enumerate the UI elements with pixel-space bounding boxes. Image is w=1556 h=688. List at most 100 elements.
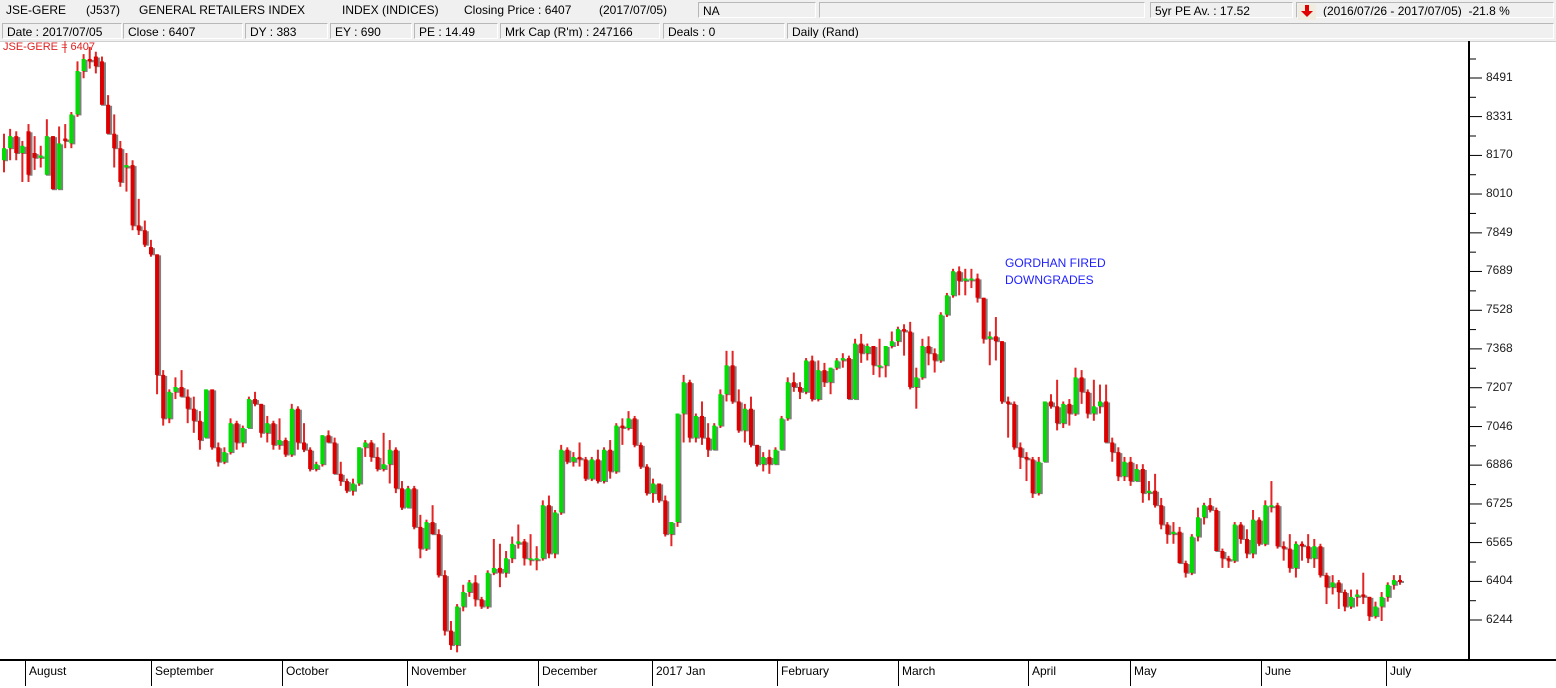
y-tick-label: 7528: [1486, 302, 1513, 317]
candle-down: [369, 440, 376, 462]
y-tick-label: 7207: [1486, 379, 1513, 394]
candle-up: [124, 153, 131, 192]
candle-down: [332, 437, 339, 475]
month-separator: [1261, 661, 1262, 686]
candle-down: [583, 456, 590, 482]
candle-up: [528, 534, 535, 566]
candle-up: [1122, 456, 1129, 482]
candle-up: [540, 500, 547, 561]
candle-down: [271, 420, 278, 450]
candle-up: [626, 411, 633, 431]
candle-up: [320, 435, 327, 467]
candle-up: [1171, 522, 1178, 544]
down-arrow-icon: [1298, 4, 1316, 20]
candle-up: [2, 133, 8, 173]
candle-up: [1073, 367, 1080, 416]
candle-down: [1018, 442, 1025, 470]
candle-down: [179, 370, 186, 398]
candle-down: [810, 355, 817, 402]
y-tick-label: 6565: [1486, 534, 1513, 549]
candle-down: [565, 447, 572, 465]
candle-down: [1257, 517, 1264, 547]
candle-down: [130, 160, 137, 231]
candle-up: [246, 396, 253, 429]
candle-down: [1281, 541, 1288, 561]
candle-down: [1336, 579, 1343, 609]
y-tick-label: 6404: [1486, 573, 1513, 588]
candle-up: [969, 268, 976, 289]
candle-down: [393, 447, 400, 494]
info-pe: PE : 14.49: [414, 23, 498, 39]
candle-down: [620, 418, 627, 445]
candle-up: [1312, 538, 1319, 568]
candle-down: [755, 444, 762, 467]
candle-up: [779, 415, 786, 451]
candle-up: [1391, 575, 1398, 590]
month-separator: [151, 661, 152, 686]
closing-price: Closing Price : 6407: [464, 3, 572, 17]
chart-legend-label: JSE-GERE = 6407: [3, 41, 96, 53]
candle-up: [1269, 481, 1276, 513]
x-axis: [0, 659, 1556, 688]
candle-down: [1226, 555, 1233, 568]
candle-down: [161, 370, 168, 426]
candle-down: [1398, 575, 1404, 585]
x-month-label: February: [781, 664, 830, 678]
info-deals: Deals : 0: [663, 23, 785, 39]
month-separator: [25, 661, 26, 686]
info-bar: Date : 2017/07/05 Close : 6407 DY : 383 …: [0, 22, 1556, 42]
candle-down: [50, 136, 57, 191]
blank-field: [819, 2, 1145, 18]
candle-down: [1361, 572, 1368, 605]
candle-down: [63, 124, 70, 149]
candle-down: [1085, 389, 1092, 419]
candle-up: [1373, 601, 1380, 619]
candle-up: [742, 403, 749, 443]
candle-up: [1385, 582, 1392, 602]
candle-up: [1036, 456, 1043, 496]
candle-up: [1146, 481, 1153, 501]
candle-down: [26, 124, 33, 182]
candle-up: [81, 54, 88, 79]
candle-up: [1097, 384, 1104, 414]
candle-down: [846, 355, 853, 401]
candle-down: [638, 442, 645, 470]
candle-up: [1061, 401, 1068, 428]
candle-up: [1355, 589, 1362, 607]
candle-up: [240, 425, 247, 448]
candle-down: [1183, 560, 1190, 578]
candle-down: [1367, 596, 1374, 621]
candle-up: [669, 522, 676, 547]
candle-down: [1342, 589, 1349, 612]
candle-up: [914, 367, 921, 409]
annotation-line-2: DOWNGRADES: [1005, 273, 1094, 287]
candle-up: [1293, 541, 1300, 578]
candle-down: [473, 575, 480, 607]
candlestick-chart[interactable]: [0, 41, 1556, 659]
candle-up: [504, 551, 511, 578]
candle-down: [706, 423, 713, 457]
y-tick-label: 8170: [1486, 147, 1513, 162]
candle-up: [571, 452, 578, 467]
candle-down: [142, 220, 149, 248]
candle-down: [1030, 456, 1037, 498]
candle-down: [1049, 394, 1055, 409]
candle-up: [718, 389, 725, 428]
index-ticker: (J537): [86, 3, 121, 17]
candle-up: [761, 452, 768, 472]
candle-down: [442, 570, 449, 636]
candle-up: [1330, 575, 1337, 595]
candle-down: [1012, 401, 1019, 450]
index-type: INDEX (INDICES): [342, 3, 439, 17]
candle-down: [797, 382, 804, 400]
x-month-label: August: [29, 664, 67, 678]
y-tick-label: 6725: [1486, 495, 1513, 510]
x-month-label: November: [411, 664, 467, 678]
x-month-label: July: [1390, 664, 1412, 678]
candle-up: [1091, 379, 1098, 421]
candle-down: [608, 440, 615, 479]
candle-down: [1244, 529, 1251, 559]
candle-down: [112, 114, 119, 168]
candle-up: [265, 415, 272, 443]
y-tick-label: 6886: [1486, 457, 1513, 472]
